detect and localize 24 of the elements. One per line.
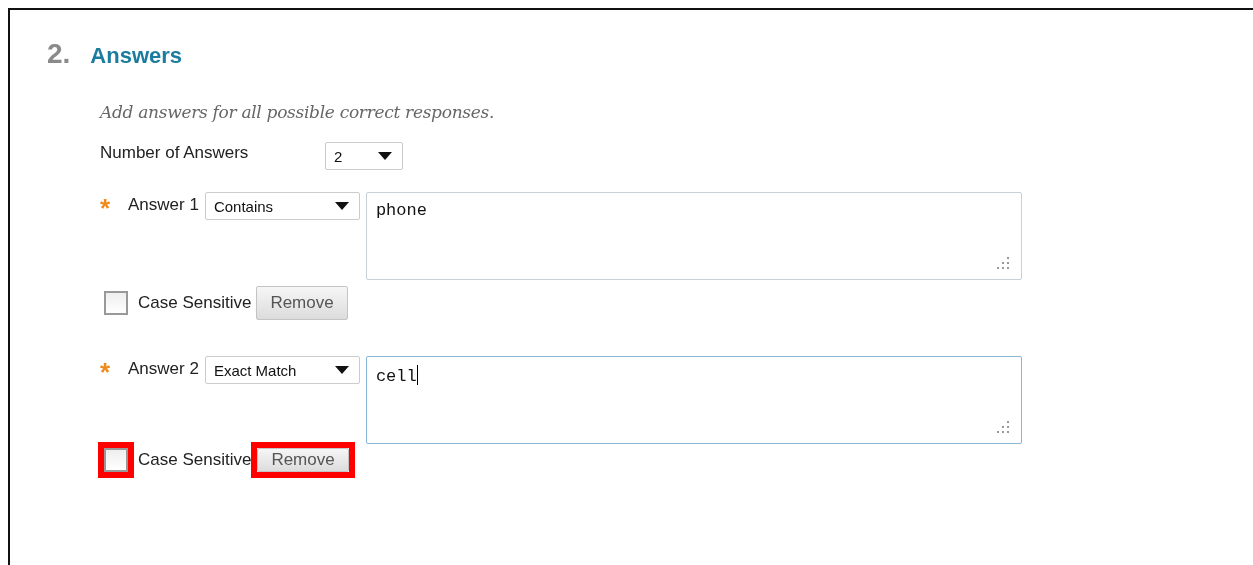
answer-label: Answer 1 (128, 194, 199, 215)
caret-icon (334, 366, 349, 374)
caret-icon (334, 202, 349, 210)
case-sensitive-checkbox[interactable] (104, 448, 128, 472)
checkbox-label: Case Sensitive (138, 450, 252, 470)
match-type-select[interactable]: Exact Match (204, 356, 360, 384)
caret-icon (378, 152, 392, 160)
resize-grip-icon (996, 421, 1009, 433)
answer-field[interactable]: phone (365, 192, 1022, 280)
required-mark: * (100, 356, 112, 382)
instruction-text: Add answers for all possible correct responses. (100, 102, 495, 122)
resize-grip-icon (996, 257, 1009, 269)
answer-field[interactable]: cell (365, 356, 1022, 444)
field-label: Number of Answers (100, 143, 250, 163)
match-type-select[interactable]: Contains (204, 192, 360, 220)
answer-count-select[interactable]: 2 (325, 142, 403, 170)
required-mark: * (100, 192, 112, 218)
remove-button[interactable]: Remove (256, 286, 348, 320)
section-number: 2. (47, 38, 71, 70)
checkbox-label: Case Sensitive (138, 293, 252, 313)
section-title: Answers (90, 43, 183, 69)
remove-button[interactable]: Remove (257, 448, 349, 472)
case-sensitive-checkbox[interactable] (104, 291, 128, 315)
answer-label: Answer 2 (128, 358, 199, 379)
